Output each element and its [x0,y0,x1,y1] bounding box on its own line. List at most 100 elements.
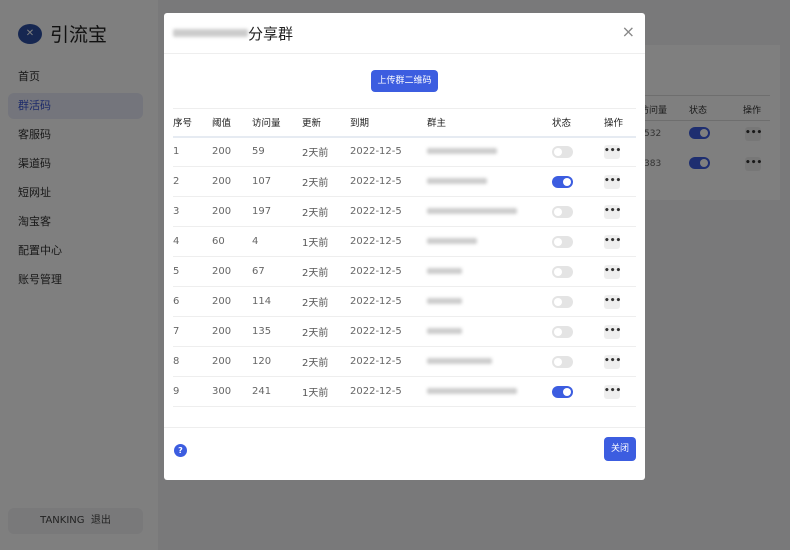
cell-actions: ••• [604,346,636,377]
cell-id: 7 [173,316,212,347]
status-toggle[interactable] [552,295,573,308]
status-toggle[interactable] [552,265,573,278]
column-header-visits: 访问量 [252,108,302,138]
blurred-owner-name [427,298,462,304]
more-options-button[interactable]: ••• [604,294,621,309]
table-row: 6 200 114 2天前 2022-12-5 ••• [173,286,636,317]
cell-updated: 2天前 [302,166,350,197]
cell-expires: 2022-12-5 [350,196,427,227]
blurred-owner-name [427,268,462,274]
cell-updated: 2天前 [302,346,350,377]
cell-status [552,346,604,377]
table-row: 7 200 135 2天前 2022-12-5 ••• [173,316,636,347]
cell-expires: 2022-12-5 [350,346,427,377]
cell-threshold: 300 [212,376,252,407]
cell-id: 1 [173,136,212,167]
status-toggle[interactable] [552,235,573,248]
cell-owner [427,166,552,197]
column-header-owner: 群主 [427,108,552,138]
cell-expires: 2022-12-5 [350,316,427,347]
share-group-modal: 分享群 × 上传群二维码 序号 阈值 访问量 更新 到期 群主 状态 操作 1 200 59 2天前… [164,13,645,480]
cell-actions: ••• [604,256,636,287]
blurred-owner-name [427,178,487,184]
modal-title: 分享群 [248,24,294,43]
cell-expires: 2022-12-5 [350,376,427,407]
cell-id: 4 [173,226,212,257]
cell-expires: 2022-12-5 [350,136,427,167]
cell-visits: 197 [252,196,302,227]
cell-actions: ••• [604,286,636,317]
cell-actions: ••• [604,226,636,257]
more-options-button[interactable]: ••• [604,264,621,279]
column-header-expires: 到期 [350,108,427,138]
cell-id: 8 [173,346,212,377]
cell-threshold: 200 [212,256,252,287]
blurred-owner-name [427,328,462,334]
cell-expires: 2022-12-5 [350,286,427,317]
more-options-button[interactable]: ••• [604,384,621,399]
cell-id: 3 [173,196,212,227]
cell-status [552,286,604,317]
more-options-button[interactable]: ••• [604,204,621,219]
table-row: 8 200 120 2天前 2022-12-5 ••• [173,346,636,377]
cell-status [552,256,604,287]
cell-status [552,196,604,227]
cell-status [552,316,604,347]
upload-qr-button[interactable]: 上传群二维码 [371,70,438,92]
blurred-owner-name [427,358,492,364]
blurred-title-prefix [173,29,248,37]
cell-status [552,166,604,197]
cell-updated: 1天前 [302,226,350,257]
cell-updated: 2天前 [302,286,350,317]
cell-visits: 241 [252,376,302,407]
status-toggle[interactable] [552,205,573,218]
help-icon[interactable]: ? [174,444,187,457]
cell-owner [427,376,552,407]
blurred-owner-name [427,388,517,394]
status-toggle[interactable] [552,145,573,158]
modal-footer-divider [164,427,645,428]
cell-updated: 2天前 [302,316,350,347]
modal-header: 分享群 [164,13,645,54]
more-options-button[interactable]: ••• [604,324,621,339]
more-options-button[interactable]: ••• [604,144,621,159]
status-toggle[interactable] [552,175,573,188]
cell-visits: 135 [252,316,302,347]
table-row: 5 200 67 2天前 2022-12-5 ••• [173,256,636,287]
cell-owner [427,136,552,167]
status-toggle[interactable] [552,355,573,368]
cell-visits: 114 [252,286,302,317]
column-header-updated: 更新 [302,108,350,138]
cell-threshold: 200 [212,136,252,167]
more-options-button[interactable]: ••• [604,174,621,189]
cell-updated: 1天前 [302,376,350,407]
cell-visits: 59 [252,136,302,167]
cell-threshold: 60 [212,226,252,257]
group-table: 序号 阈值 访问量 更新 到期 群主 状态 操作 1 200 59 2天前 2022-12-5 ••• 2… [173,108,636,407]
cell-actions: ••• [604,136,636,167]
cell-actions: ••• [604,196,636,227]
cell-id: 9 [173,376,212,407]
cell-expires: 2022-12-5 [350,256,427,287]
close-icon[interactable]: × [622,22,635,41]
cell-expires: 2022-12-5 [350,226,427,257]
table-row: 3 200 197 2天前 2022-12-5 ••• [173,196,636,227]
cell-owner [427,256,552,287]
cell-status [552,376,604,407]
more-options-button[interactable]: ••• [604,354,621,369]
status-toggle[interactable] [552,385,573,398]
cell-updated: 2天前 [302,256,350,287]
cell-status [552,136,604,167]
cell-updated: 2天前 [302,196,350,227]
cell-updated: 2天前 [302,136,350,167]
status-toggle[interactable] [552,325,573,338]
cell-actions: ••• [604,316,636,347]
cell-owner [427,286,552,317]
blurred-owner-name [427,148,497,155]
column-header-id: 序号 [173,108,212,138]
cell-actions: ••• [604,376,636,407]
table-row: 1 200 59 2天前 2022-12-5 ••• [173,136,636,167]
close-button[interactable]: 关闭 [604,437,636,461]
more-options-button[interactable]: ••• [604,234,621,249]
cell-expires: 2022-12-5 [350,166,427,197]
